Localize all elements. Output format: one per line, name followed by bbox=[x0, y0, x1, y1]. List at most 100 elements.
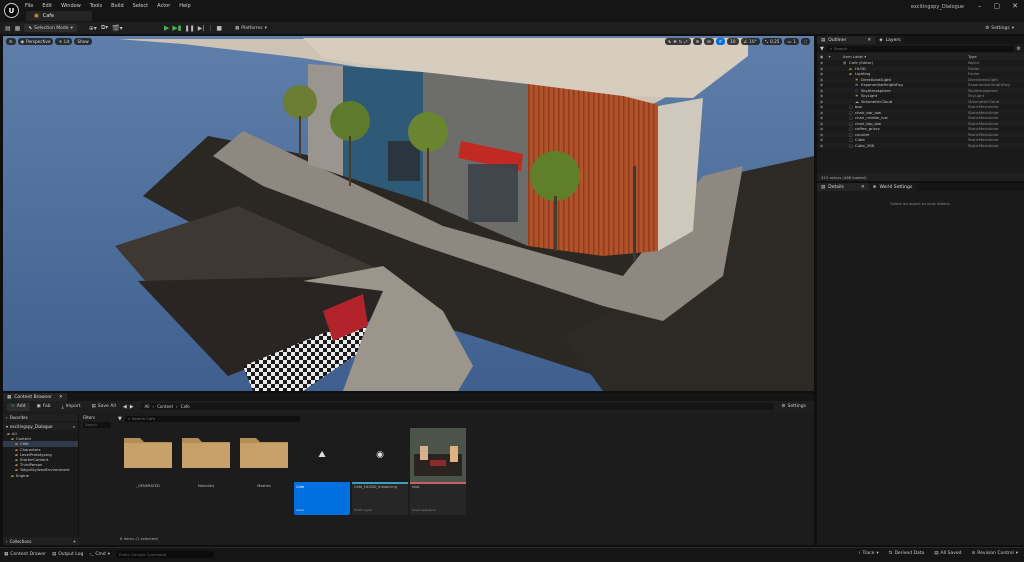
visibility-icon[interactable]: ◉ bbox=[820, 99, 823, 104]
search-icon[interactable]: ⌕ bbox=[73, 424, 75, 429]
tab-content-browser[interactable]: ▦ Content Browser ✕ bbox=[3, 393, 67, 401]
asset-tile[interactable]: _GENERATED bbox=[120, 428, 176, 515]
derived-data-button[interactable]: ⇅ Derived Data bbox=[889, 551, 925, 556]
camera-speed-button[interactable]: ▭ 1 bbox=[784, 38, 800, 45]
col-type[interactable]: Type bbox=[968, 54, 977, 59]
content-icon[interactable]: ▦ bbox=[15, 25, 21, 32]
skip-icon[interactable]: ▶| bbox=[198, 25, 205, 32]
revision-control-button[interactable]: ⊘ Revision Control ▾ bbox=[971, 551, 1018, 556]
menu-select[interactable]: Select bbox=[133, 3, 148, 9]
platforms-button[interactable]: ▦ Platforms ▾ bbox=[231, 24, 271, 32]
menu-window[interactable]: Window bbox=[61, 3, 81, 9]
visibility-icon[interactable]: ◉ bbox=[820, 82, 823, 87]
level-viewport[interactable]: ≡ ◉ Perspective ☀ Lit Show ⬉ ✥ ↻ ⤢ ⊕ ⊞ #… bbox=[3, 36, 814, 391]
transform-tools[interactable]: ⬉ ✥ ↻ ⤢ bbox=[664, 38, 691, 45]
filter-icon[interactable]: ▼ bbox=[820, 46, 824, 52]
menu-tools[interactable]: Tools bbox=[90, 3, 102, 9]
import-button[interactable]: ⤓ Import bbox=[58, 403, 85, 411]
project-section[interactable]: ▾ excitingspy_Dialogue ⌕ bbox=[3, 423, 78, 430]
asset-tile[interactable]: ◉ Cafe_HLOD0_Instancing HLOD Layer bbox=[352, 428, 408, 515]
show-button[interactable]: Show bbox=[74, 38, 92, 45]
visibility-icon[interactable]: ◉ bbox=[820, 126, 823, 131]
history-forward-icon[interactable]: ▶ bbox=[130, 404, 134, 410]
all-saved-button[interactable]: ▤ All Saved bbox=[934, 551, 961, 556]
close-icon[interactable]: ✕ bbox=[861, 185, 865, 190]
history-back-icon[interactable]: ◀ bbox=[123, 404, 127, 410]
surface-snap-button[interactable]: ⊞ bbox=[704, 38, 714, 45]
breadcrumb-cafe[interactable]: Cafe bbox=[181, 404, 190, 409]
visibility-icon[interactable]: ◉ bbox=[820, 121, 823, 126]
menu-actor[interactable]: Actor bbox=[157, 3, 170, 9]
tab-details[interactable]: ▤ Details ✕ bbox=[817, 183, 869, 191]
close-icon[interactable]: ✕ bbox=[867, 38, 871, 43]
filter-icon[interactable]: ▼ bbox=[118, 416, 122, 422]
play-next-icon[interactable]: ▶▮ bbox=[172, 24, 181, 32]
content-drawer-button[interactable]: ▦ Content Drawer bbox=[4, 552, 46, 557]
visibility-icon[interactable]: ◉ bbox=[820, 110, 823, 115]
outliner-row[interactable]: ◉ ▢ Cube_208 StaticMeshActor bbox=[817, 142, 1024, 148]
unreal-logo-icon[interactable]: U bbox=[4, 3, 19, 18]
menu-help[interactable]: Help bbox=[179, 3, 190, 9]
tab-layers[interactable]: ◈ Layers bbox=[875, 36, 905, 44]
add-collection-icon[interactable]: + bbox=[73, 539, 76, 544]
asset-search-input[interactable]: ⌕ Search Cafe bbox=[124, 415, 300, 422]
world-space-button[interactable]: ⊕ bbox=[692, 38, 703, 45]
scale-snap-button[interactable]: ⤡ 0.25 bbox=[761, 38, 783, 45]
maximize-icon[interactable]: ▢ bbox=[994, 2, 1001, 10]
add-button[interactable]: + Add bbox=[7, 402, 30, 411]
console-input[interactable]: Enter Console Command bbox=[116, 551, 215, 558]
menu-build[interactable]: Build bbox=[111, 3, 124, 9]
visibility-icon[interactable]: ◉ bbox=[820, 60, 823, 65]
folder-tree-item[interactable]: ▰ Engine bbox=[3, 473, 78, 478]
menu-file[interactable]: File bbox=[25, 3, 33, 9]
viewport-options-button[interactable]: ≡ bbox=[6, 38, 16, 45]
save-all-button[interactable]: ▤ Save All bbox=[88, 403, 120, 411]
play-options-icon[interactable]: ⋮ bbox=[207, 25, 213, 32]
maximize-viewport-button[interactable]: ⛶ bbox=[801, 38, 810, 45]
visibility-icon[interactable]: ◉ bbox=[820, 132, 823, 137]
grid-snap-button[interactable]: # bbox=[715, 38, 726, 45]
fab-button[interactable]: ▣ Fab bbox=[33, 403, 55, 411]
asset-tile[interactable]: ⛰ Cafe Level bbox=[294, 428, 350, 515]
visibility-icon[interactable]: ◉ bbox=[820, 104, 823, 109]
breadcrumb-all[interactable]: All bbox=[145, 404, 150, 409]
folder-tree-item[interactable]: ▰ TokyoStylizedEnvironment bbox=[3, 467, 78, 472]
visibility-icon[interactable]: ◉ bbox=[820, 115, 823, 120]
close-icon[interactable]: ✕ bbox=[1012, 2, 1018, 10]
trace-button[interactable]: ⁞ Trace ▾ bbox=[859, 551, 879, 556]
visibility-icon[interactable]: ◉ bbox=[820, 77, 823, 82]
visibility-icon[interactable]: ◉ bbox=[820, 93, 823, 98]
visibility-icon[interactable]: ◉ bbox=[820, 137, 823, 142]
col-label[interactable]: Item Label ▾ bbox=[843, 54, 866, 59]
asset-tile[interactable]: Meshes bbox=[236, 428, 292, 515]
cmd-button[interactable]: ›_ Cmd ▾ bbox=[89, 552, 110, 557]
menu-edit[interactable]: Edit bbox=[42, 3, 52, 9]
collections-section[interactable]: › Collections + bbox=[3, 537, 79, 545]
output-log-button[interactable]: ▤ Output Log bbox=[52, 552, 83, 557]
perspective-button[interactable]: ◉ Perspective bbox=[17, 38, 54, 45]
filters-search-input[interactable]: Search bbox=[83, 422, 111, 428]
stop-icon[interactable]: ■ bbox=[216, 25, 222, 32]
add-actor-icon[interactable]: ⊕▾ bbox=[89, 25, 97, 32]
level-tab[interactable]: ▣ Cafe bbox=[26, 11, 92, 21]
tab-outliner[interactable]: ▤ Outliner ✕ bbox=[817, 36, 876, 44]
rotation-snap-button[interactable]: ∠ 10° bbox=[740, 38, 760, 45]
content-settings-button[interactable]: ⚙ Settings bbox=[777, 403, 810, 411]
selection-mode-button[interactable]: ⬉ Selection Mode ▾ bbox=[24, 24, 77, 32]
grid-snap-value[interactable]: 10 bbox=[727, 38, 739, 45]
visibility-icon[interactable]: ◉ bbox=[820, 143, 823, 148]
visibility-icon[interactable]: ◉ bbox=[820, 88, 823, 93]
lit-button[interactable]: ☀ Lit bbox=[55, 38, 73, 45]
minimize-icon[interactable]: – bbox=[978, 2, 982, 10]
favorites-section[interactable]: › Favorites bbox=[3, 414, 78, 421]
pause-icon[interactable]: ❚❚ bbox=[185, 25, 195, 32]
save-icon[interactable]: ▤ bbox=[5, 25, 11, 32]
visibility-icon[interactable]: ◉ bbox=[820, 54, 823, 59]
pin-icon[interactable]: ✦ bbox=[828, 54, 831, 59]
visibility-icon[interactable]: ◉ bbox=[820, 71, 823, 76]
tab-world-settings[interactable]: ⊕ World Settings bbox=[868, 183, 917, 191]
cinematics-icon[interactable]: 🎬▾ bbox=[112, 25, 122, 32]
close-icon[interactable]: ✕ bbox=[59, 395, 63, 400]
blueprint-icon[interactable]: ⧉▾ bbox=[101, 24, 108, 32]
visibility-icon[interactable]: ◉ bbox=[820, 66, 823, 71]
